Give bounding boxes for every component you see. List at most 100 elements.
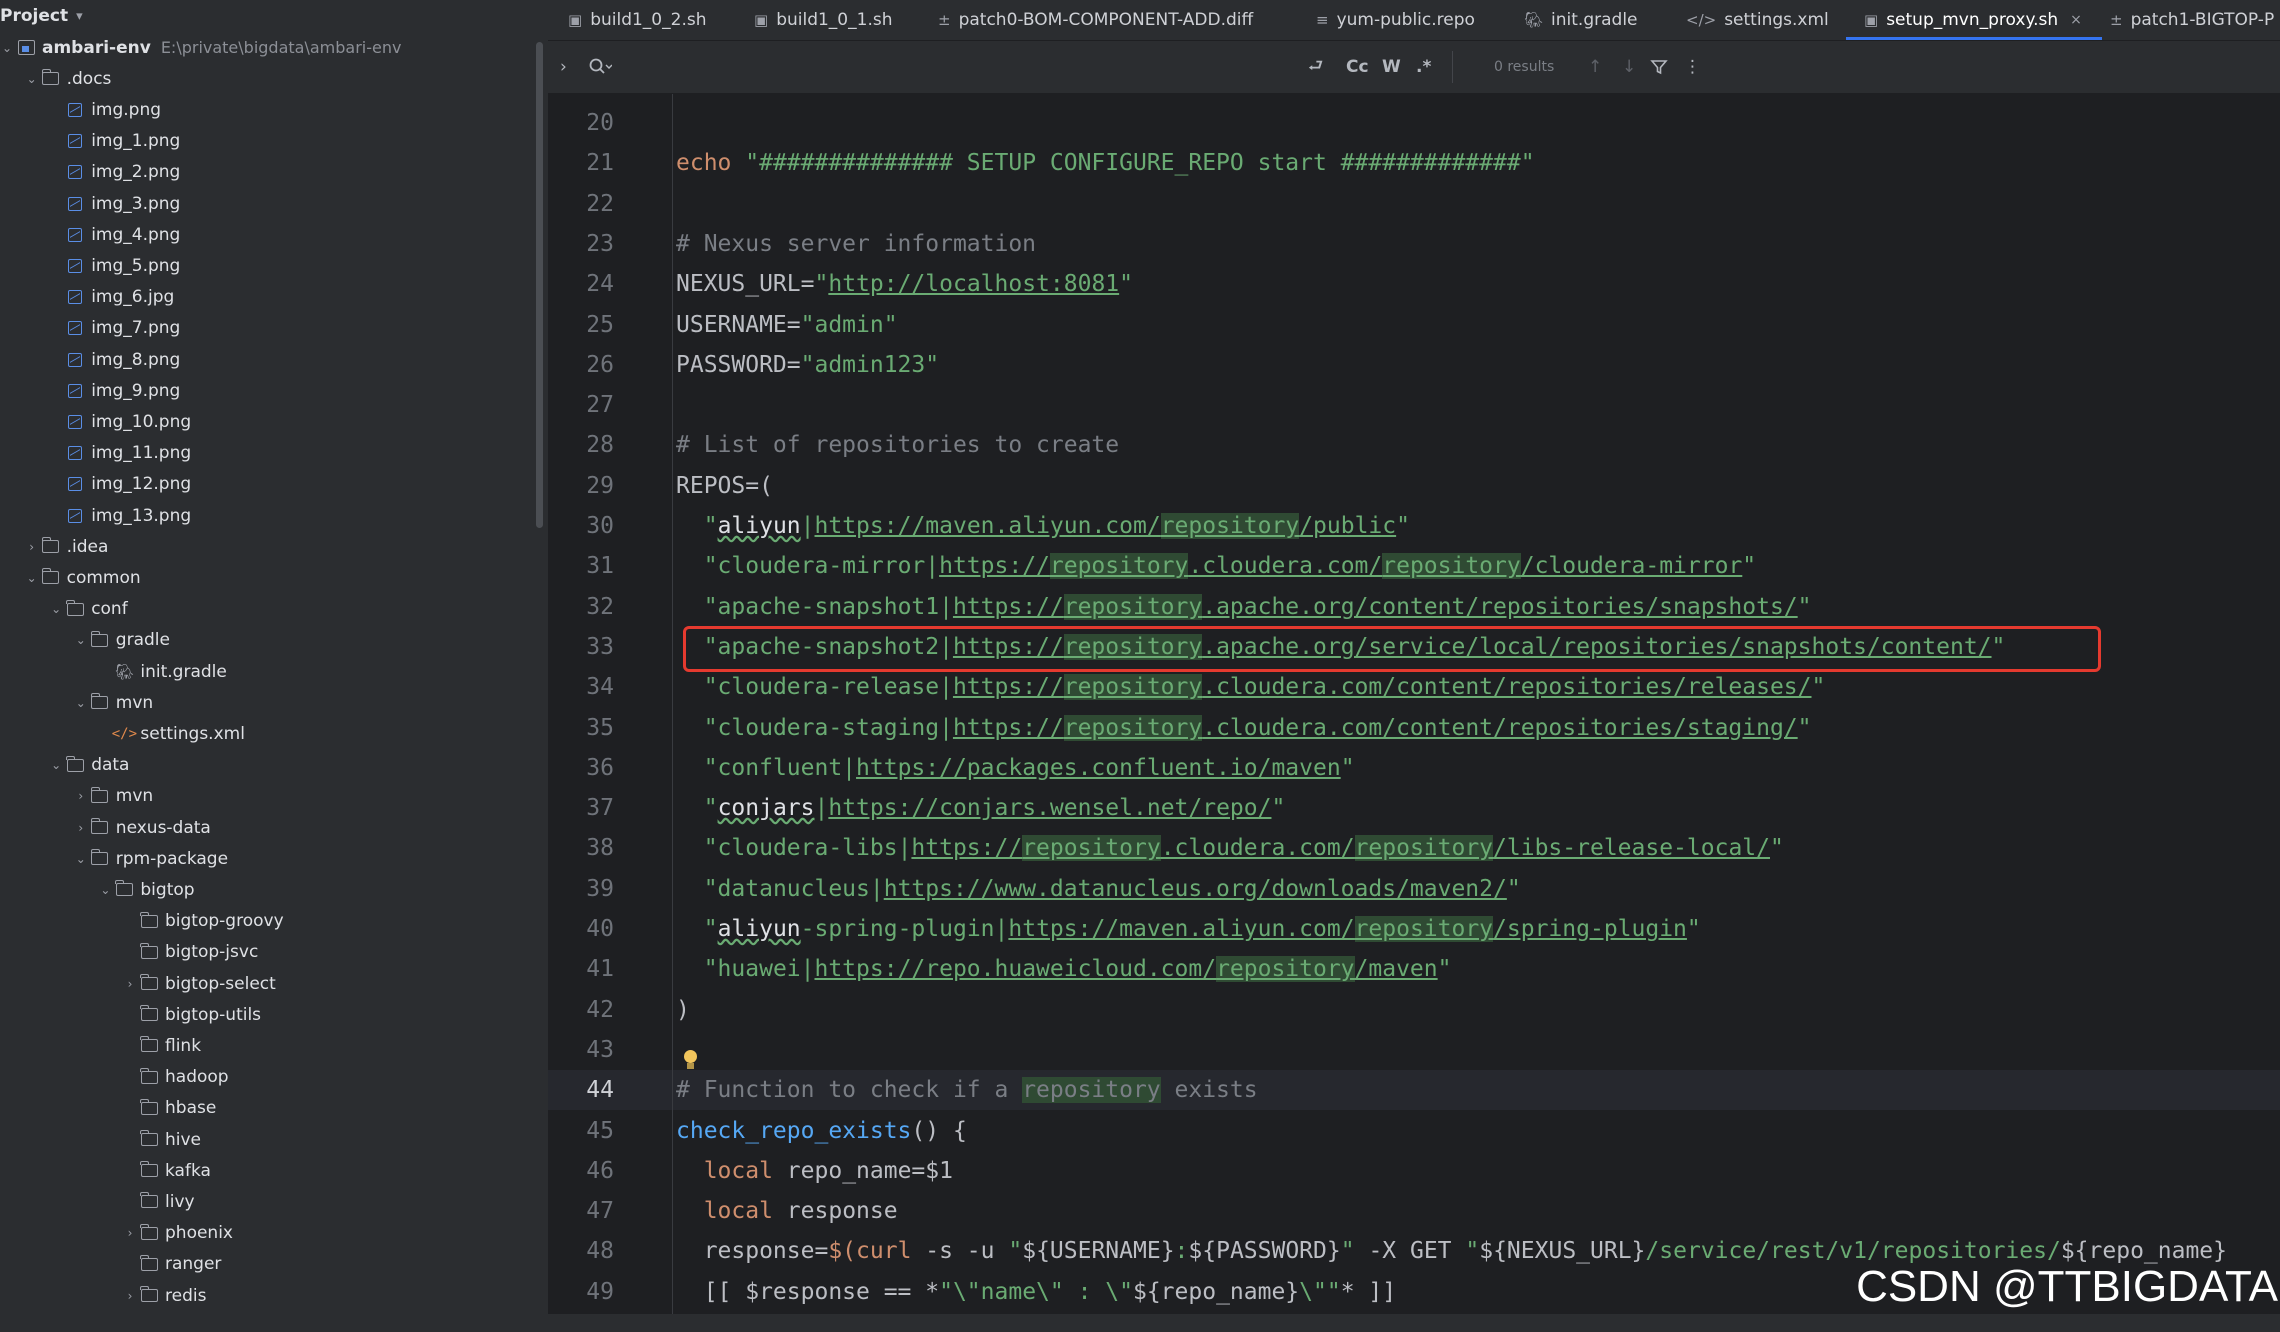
- search-history-icon[interactable]: [588, 41, 612, 93]
- tree-item[interactable]: img_12.png: [0, 469, 548, 500]
- line-number[interactable]: 43: [548, 1030, 614, 1070]
- tree-item[interactable]: </> settings.xml: [0, 718, 548, 749]
- tree-item[interactable]: ⌄ common: [0, 562, 548, 593]
- tree-item[interactable]: ⌄ mvn: [0, 687, 548, 718]
- editor-tab[interactable]: ▣ build1_0_1.sh: [754, 0, 892, 40]
- line-number[interactable]: 45: [548, 1111, 614, 1151]
- code-line[interactable]: 35 "cloudera-staging|https://repository.…: [548, 708, 2280, 748]
- tree-item[interactable]: ranger: [0, 1249, 548, 1280]
- tree-item[interactable]: ⌄ ambari-env E:\private\bigdata\ambari-env: [0, 32, 536, 63]
- code-line[interactable]: 30 "aliyun|https://maven.aliyun.com/repo…: [548, 506, 2280, 546]
- chevron-down-icon[interactable]: ⌄: [98, 883, 112, 897]
- code-line[interactable]: 44 # Function to check if a repository ex…: [548, 1070, 2280, 1111]
- tree-item[interactable]: ⌄ rpm-package: [0, 843, 548, 874]
- tree-item[interactable]: img_9.png: [0, 375, 548, 406]
- filter-icon[interactable]: [1650, 41, 1668, 93]
- code-line[interactable]: 37 "conjars|https://conjars.wensel.net/r…: [548, 788, 2280, 828]
- code-line[interactable]: 28 # List of repositories to create: [548, 425, 2280, 465]
- line-number[interactable]: 38: [548, 828, 614, 868]
- editor-tab[interactable]: </> settings.xml: [1686, 0, 1829, 40]
- chevron-right-icon[interactable]: ›: [74, 789, 88, 803]
- line-number[interactable]: 39: [548, 869, 614, 909]
- search-input[interactable]: [626, 51, 1350, 85]
- tree-item[interactable]: bigtop-jsvc: [0, 937, 548, 968]
- line-number[interactable]: 40: [548, 909, 614, 949]
- code-editor[interactable]: 20 21 echo "############## SETUP CONFIGURE…: [548, 94, 2280, 1314]
- chevron-down-icon[interactable]: ⌄: [49, 602, 63, 616]
- line-number[interactable]: 35: [548, 708, 614, 748]
- tree-item[interactable]: img_11.png: [0, 438, 548, 469]
- tree-item[interactable]: img_13.png: [0, 500, 548, 531]
- tree-item[interactable]: img_2.png: [0, 157, 548, 188]
- sidebar-scrollbar[interactable]: [536, 42, 543, 528]
- tree-item[interactable]: hbase: [0, 1093, 548, 1124]
- code-line[interactable]: 43: [548, 1030, 2280, 1070]
- tree-item[interactable]: › mvn: [0, 781, 548, 812]
- line-number[interactable]: 21: [548, 143, 614, 183]
- code-line[interactable]: 20: [548, 103, 2280, 143]
- line-number[interactable]: 41: [548, 949, 614, 989]
- code-line[interactable]: 29 REPOS=(: [548, 466, 2280, 506]
- line-number[interactable]: 29: [548, 466, 614, 506]
- expand-replace-icon[interactable]: ›: [560, 41, 567, 93]
- tree-item[interactable]: img_8.png: [0, 344, 548, 375]
- match-newline-icon[interactable]: ⮐: [1308, 41, 1323, 93]
- code-line[interactable]: 23 # Nexus server information: [548, 224, 2280, 264]
- line-number[interactable]: 47: [548, 1191, 614, 1231]
- tree-item[interactable]: img_6.jpg: [0, 282, 548, 313]
- tree-item[interactable]: img_1.png: [0, 126, 548, 157]
- line-number[interactable]: 27: [548, 385, 614, 425]
- tree-item[interactable]: 🐘︎ init.gradle: [0, 656, 548, 687]
- tree-item[interactable]: flink: [0, 1030, 548, 1061]
- code-line[interactable]: 38 "cloudera-libs|https://repository.clo…: [548, 828, 2280, 868]
- chevron-down-icon[interactable]: ⌄: [74, 633, 88, 647]
- tree-item[interactable]: img_4.png: [0, 219, 548, 250]
- code-line[interactable]: 31 "cloudera-mirror|https://repository.c…: [548, 546, 2280, 586]
- tree-item[interactable]: ⌄ gradle: [0, 625, 548, 656]
- tree-item[interactable]: img_5.png: [0, 250, 548, 281]
- line-number[interactable]: 44: [548, 1070, 614, 1110]
- tree-item[interactable]: img_3.png: [0, 188, 548, 219]
- chevron-right-icon[interactable]: ›: [123, 1289, 137, 1303]
- code-line[interactable]: 36 "confluent|https://packages.confluent…: [548, 748, 2280, 788]
- line-number[interactable]: 48: [548, 1231, 614, 1271]
- chevron-down-icon[interactable]: ▾: [76, 9, 83, 24]
- code-line[interactable]: 42): [548, 990, 2280, 1030]
- tree-item[interactable]: ⌄ conf: [0, 594, 548, 625]
- line-number[interactable]: 37: [548, 788, 614, 828]
- project-panel-title[interactable]: Project: [0, 6, 68, 26]
- editor-tab[interactable]: ± patch1-BIGTOP-P: [2110, 0, 2274, 40]
- tree-item[interactable]: hive: [0, 1124, 548, 1155]
- line-number[interactable]: 46: [548, 1151, 614, 1191]
- editor-tab[interactable]: ▣ build1_0_2.sh: [568, 0, 706, 40]
- line-number[interactable]: 25: [548, 305, 614, 345]
- tree-item[interactable]: img.png: [0, 94, 548, 125]
- line-number[interactable]: 30: [548, 506, 614, 546]
- tree-item[interactable]: › .idea: [0, 531, 548, 562]
- code-line[interactable]: 32 "apache-snapshot1|https://repository.…: [548, 587, 2280, 627]
- lightbulb-icon[interactable]: [682, 1050, 698, 1072]
- close-icon[interactable]: ×: [2070, 12, 2082, 28]
- chevron-down-icon[interactable]: ⌄: [74, 852, 88, 866]
- code-line[interactable]: 41 "huawei|https://repo.huaweicloud.com/…: [548, 949, 2280, 989]
- tree-item[interactable]: livy: [0, 1186, 548, 1217]
- line-number[interactable]: 42: [548, 990, 614, 1030]
- chevron-down-icon[interactable]: ⌄: [25, 571, 39, 585]
- whole-words-toggle[interactable]: W: [1382, 41, 1401, 93]
- code-line[interactable]: 46 local repo_name=$1: [548, 1151, 2280, 1191]
- tree-item[interactable]: ⌄ data: [0, 750, 548, 781]
- chevron-down-icon[interactable]: ⌄: [25, 72, 39, 86]
- line-number[interactable]: 34: [548, 667, 614, 707]
- code-line[interactable]: 34 "cloudera-release|https://repository.…: [548, 667, 2280, 707]
- line-number[interactable]: 49: [548, 1272, 614, 1312]
- tree-item[interactable]: hadoop: [0, 1062, 548, 1093]
- line-number[interactable]: 32: [548, 587, 614, 627]
- editor-tab[interactable]: ▣ setup_mvn_proxy.sh ×: [1846, 0, 2102, 40]
- code-line[interactable]: 40 "aliyun-spring-plugin|https://maven.a…: [548, 909, 2280, 949]
- code-line[interactable]: 39 "datanucleus|https://www.datanucleus.…: [548, 869, 2280, 909]
- regex-toggle[interactable]: .*: [1416, 41, 1431, 93]
- line-number[interactable]: 31: [548, 546, 614, 586]
- chevron-down-icon[interactable]: ⌄: [0, 41, 14, 55]
- tree-item[interactable]: › nexus-data: [0, 812, 548, 843]
- chevron-right-icon[interactable]: ›: [25, 540, 39, 554]
